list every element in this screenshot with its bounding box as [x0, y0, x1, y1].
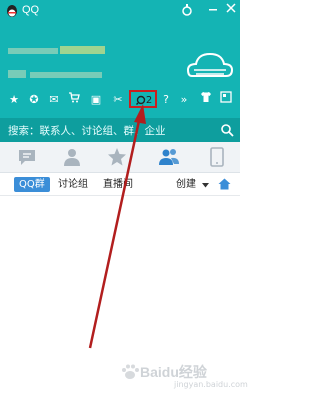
search-icon[interactable]	[220, 123, 234, 137]
qq-logo-icon	[7, 5, 17, 17]
tab-recent-chats[interactable]	[16, 146, 38, 168]
blurred-signature	[30, 72, 102, 78]
app-toolbar: ★ ✪ ✉ ▣ ✂ 2 ? »	[0, 90, 240, 111]
help-icon[interactable]: ?	[158, 91, 174, 109]
star-icon[interactable]: ★	[6, 91, 22, 109]
create-button[interactable]: 创建	[176, 177, 196, 192]
tools-icon[interactable]: ✂	[110, 91, 126, 109]
mail-icon[interactable]: ✉	[46, 91, 62, 109]
blurred-nickname	[8, 48, 58, 54]
qq-main-window: QQ ★ ✪ ✉ ▣ ✂ 2 ? » 搜索：联系人、讨论组、群、企业 QQ群 讨…	[0, 0, 248, 403]
home-icon[interactable]	[218, 178, 231, 190]
header-panel: QQ ★ ✪ ✉ ▣ ✂ 2 ? »	[0, 0, 240, 118]
subtab-live[interactable]: 直播间	[103, 177, 133, 192]
subtab-discussion[interactable]: 讨论组	[58, 177, 88, 192]
blurred-nickname-2	[60, 46, 105, 54]
qzone-icon[interactable]: ✪	[26, 91, 42, 109]
blurred-status	[8, 70, 26, 78]
close-button[interactable]	[224, 3, 238, 17]
cart-icon[interactable]	[66, 91, 82, 109]
search-bar[interactable]: 搜索：联系人、讨论组、群、企业	[0, 118, 240, 142]
main-tabs	[0, 142, 240, 173]
chevron-down-icon[interactable]	[202, 183, 209, 188]
more-arrows-icon[interactable]: »	[176, 91, 192, 109]
message-count-badge: 2	[145, 95, 153, 106]
tab-contacts[interactable]	[61, 146, 83, 168]
minimize-button[interactable]	[206, 3, 220, 17]
weather-cloud-icon[interactable]	[186, 48, 234, 82]
calendar-icon[interactable]: ▣	[88, 91, 104, 109]
message-box-button[interactable]: 2	[132, 91, 156, 109]
tab-devices[interactable]	[206, 146, 228, 168]
search-placeholder: 搜索：联系人、讨论组、群、企业	[8, 125, 166, 137]
tab-favorites[interactable]	[106, 146, 128, 168]
baidu-paw-logo	[122, 364, 139, 379]
shirt-icon[interactable]	[198, 91, 214, 109]
group-subtabs: QQ群 讨论组 直播间 创建	[0, 173, 240, 196]
subtab-qq-group[interactable]: QQ群	[14, 177, 50, 192]
watermark-text: Baidu经验	[140, 364, 207, 380]
watermark-url: jingyan.baidu.com	[174, 380, 248, 389]
settings-bell-icon[interactable]	[180, 3, 194, 17]
tab-groups[interactable]	[158, 146, 180, 168]
title-bar[interactable]: QQ	[0, 0, 240, 22]
app-manager-icon[interactable]	[218, 91, 234, 109]
window-title: QQ	[22, 4, 40, 16]
